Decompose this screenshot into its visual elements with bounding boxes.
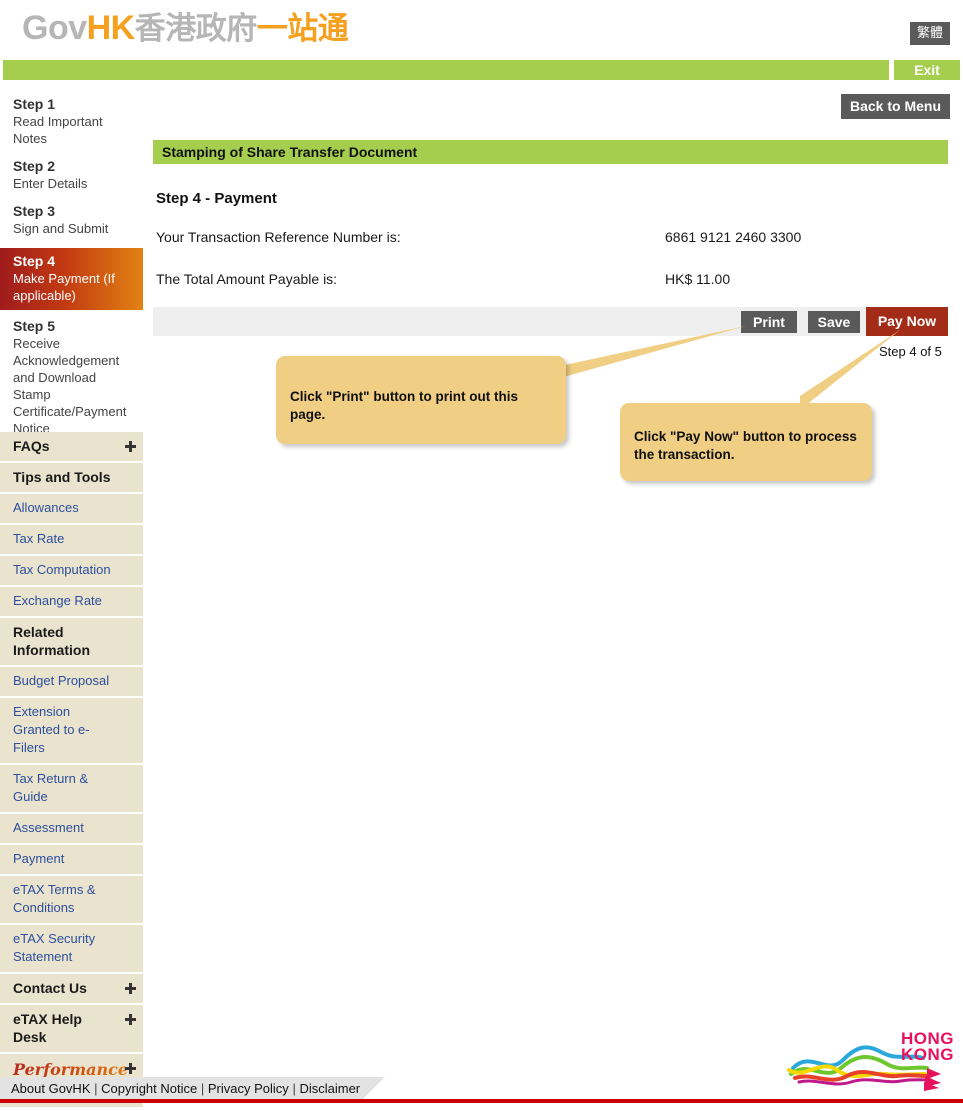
print-button[interactable]: Print (741, 311, 797, 333)
expand-plus-icon[interactable] (125, 983, 136, 994)
sidebar-nav-item[interactable]: Allowances (0, 494, 143, 525)
sidebar-nav-item[interactable]: Assessment (0, 814, 143, 845)
sidebar-nav-label: Payment (13, 851, 65, 866)
sidebar-nav-item[interactable]: Budget Proposal (0, 667, 143, 698)
footer-separator: | (292, 1081, 296, 1096)
footer-separator: | (94, 1081, 98, 1096)
site-header: GovHK香港政府一站通 繁體 (0, 0, 963, 55)
callout-print-pointer (560, 326, 746, 378)
sidebar-nav-label: Allowances (13, 500, 79, 515)
sidebar-nav-item[interactable]: Exchange Rate (0, 587, 143, 618)
logo-text-chinese-gray: 香港政府 (134, 11, 258, 46)
sidebar-navigation: FAQs Tips and Tools Allowances Tax Rate Tax … (0, 432, 143, 1111)
detail-row: Your Transaction Reference Number is: 686… (153, 229, 953, 249)
footer-link[interactable]: Disclaimer (299, 1081, 360, 1096)
sidebar-step-title: Step 5 (13, 318, 56, 334)
footer-separator: | (200, 1081, 205, 1096)
sidebar-nav-item[interactable]: Contact Us (0, 974, 143, 1005)
sidebar-nav-label: eTAX Security Statement (13, 931, 96, 964)
detail-value: HK$ 11.00 (665, 271, 731, 287)
logo-text-gov: Gov (22, 9, 87, 47)
sidebar-nav-label: Tax Rate (13, 531, 65, 546)
footer-link[interactable]: Copyright Notice (101, 1081, 197, 1096)
sidebar-nav-item[interactable]: Tax Computation (0, 556, 143, 587)
sidebar-nav-item[interactable]: Tax Rate (0, 525, 143, 556)
callout-pay-now-text: Click "Pay Now" button to process the tr… (634, 429, 857, 462)
exit-button[interactable]: Exit (894, 60, 960, 80)
sidebar-nav-item[interactable]: Related Information (0, 618, 143, 667)
expand-plus-icon[interactable] (125, 441, 136, 452)
sidebar-nav-label: Tax Computation (13, 562, 111, 577)
detail-label: The Total Amount Payable is: (156, 271, 338, 287)
callout-pay-now: Click "Pay Now" button to process the tr… (620, 403, 872, 481)
transaction-details: Your Transaction Reference Number is: 686… (153, 229, 953, 291)
sidebar-nav-label: eTAX Terms & Conditions (13, 882, 96, 915)
sidebar-step-1[interactable]: Step 1 Read Important Notes (0, 96, 143, 147)
green-divider-bar (3, 60, 960, 80)
sidebar-nav-label: Related Information (13, 624, 90, 658)
step-heading: Step 4 - Payment (156, 190, 277, 207)
sidebar-nav-item[interactable]: eTAX Help Desk (0, 1005, 143, 1054)
language-toggle-traditional-chinese[interactable]: 繁體 (909, 22, 950, 45)
hk-logo-line2: KONG (901, 1045, 953, 1064)
sidebar-nav-label: Tips and Tools (13, 469, 111, 485)
sidebar-step-subtitle: Sign and Submit (13, 221, 109, 236)
callout-print: Click "Print" button to print out this p… (276, 356, 566, 444)
callout-print-text: Click "Print" button to print out this p… (290, 389, 519, 422)
sidebar-step-subtitle: Make Payment (If applicable) (13, 271, 115, 303)
sidebar-nav-label: Extension Granted to e-Filers (13, 704, 90, 755)
sidebar-step-title: Step 2 (13, 158, 56, 174)
sidebar-nav-item[interactable]: Extension Granted to e-Filers (0, 698, 143, 765)
sidebar-step-5[interactable]: Step 5 Receive Acknowledgement and Downlo… (0, 318, 143, 437)
sidebar-step-title: Step 1 (13, 96, 56, 112)
sidebar-step-2[interactable]: Step 2 Enter Details (0, 158, 143, 192)
govhk-logo[interactable]: GovHK香港政府一站通 (22, 8, 349, 49)
sidebar-nav-label: Exchange Rate (13, 593, 102, 608)
detail-row: The Total Amount Payable is: HK$ 11.00 (153, 271, 953, 291)
sidebar-step-subtitle: Enter Details (13, 176, 88, 191)
expand-plus-icon[interactable] (125, 1014, 136, 1025)
footer-links: About GovHK | Copyright Notice | Privacy… (11, 1081, 360, 1096)
detail-label: Your Transaction Reference Number is: (156, 229, 401, 245)
main-content: Stamping of Share Transfer Document Step… (153, 140, 953, 291)
sidebar-nav-label: Assessment (13, 820, 84, 835)
logo-text-chinese-orange: 一站通 (256, 11, 349, 46)
callout-paynow-pointer (800, 330, 900, 410)
sidebar-nav-item[interactable]: eTAX Security Statement (0, 925, 143, 974)
expand-plus-icon[interactable] (125, 1063, 136, 1074)
sidebar-nav-label: Budget Proposal (13, 673, 110, 688)
footer-link[interactable]: About GovHK (11, 1081, 91, 1096)
sidebar-step-subtitle: Receive Acknowledgement and Download Sta… (13, 336, 127, 436)
sidebar-step-title: Step 3 (13, 203, 56, 219)
footer-red-rule (0, 1099, 963, 1103)
sidebar-nav-item[interactable]: Tips and Tools (0, 463, 143, 494)
sidebar-step-4[interactable]: Step 4 Make Payment (If applicable) (0, 248, 143, 310)
sidebar-nav-item[interactable]: FAQs (0, 432, 143, 463)
step-progress-sidebar: Step 1 Read Important Notes Step 2 Enter De… (0, 96, 143, 448)
sidebar-nav-label: eTAX Help Desk (13, 1011, 82, 1045)
sidebar-nav-item[interactable]: Payment (0, 845, 143, 876)
back-to-menu-button[interactable]: Back to Menu (840, 94, 950, 119)
sidebar-nav-item[interactable]: eTAX Terms & Conditions (0, 876, 143, 925)
sidebar-nav-label: Tax Return & Guide (13, 771, 89, 804)
logo-text-hk: HK (86, 9, 136, 47)
page-title: Stamping of Share Transfer Document (153, 140, 948, 164)
detail-value: 6861 9121 2460 3300 (665, 229, 802, 245)
sidebar-nav-label: FAQs (13, 438, 50, 454)
footer-link[interactable]: Privacy Policy (208, 1081, 289, 1096)
sidebar-step-title: Step 4 (13, 253, 56, 269)
sidebar-nav-item[interactable]: Tax Return & Guide (0, 765, 143, 814)
sidebar-step-3[interactable]: Step 3 Sign and Submit (0, 203, 143, 237)
sidebar-nav-label: Contact Us (13, 980, 87, 996)
sidebar-step-subtitle: Read Important Notes (13, 114, 103, 146)
